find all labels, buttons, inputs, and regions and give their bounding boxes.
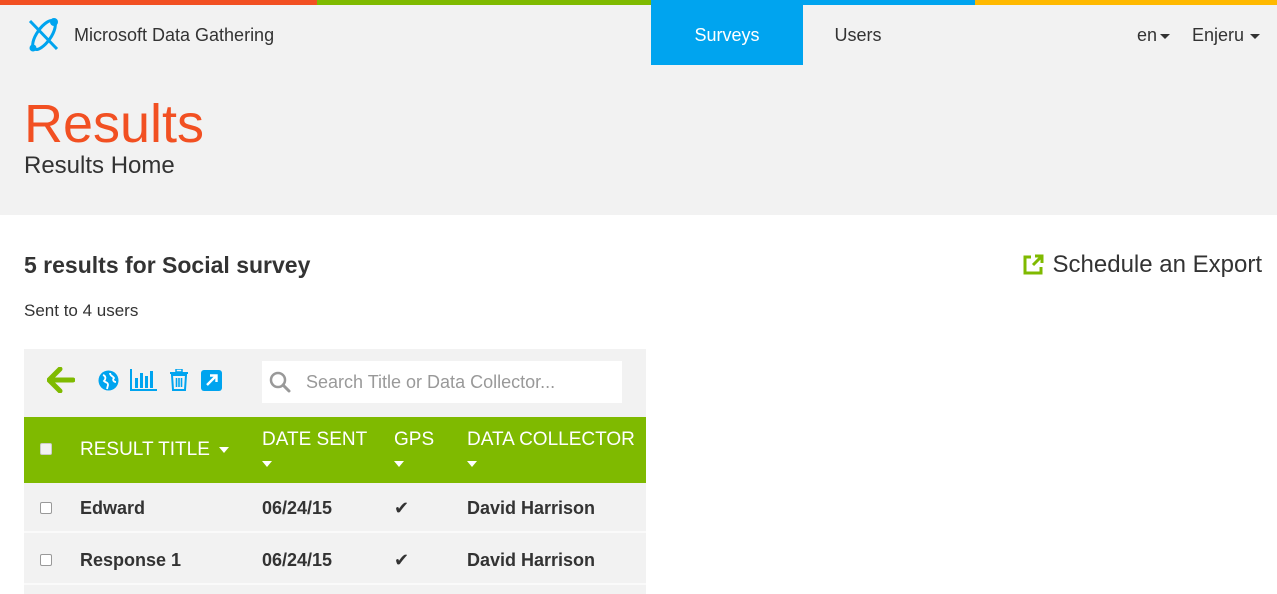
row-checkbox[interactable] xyxy=(40,554,52,566)
search-field xyxy=(262,361,622,403)
user-menu-dropdown[interactable]: Enjeru xyxy=(1192,5,1261,65)
data-collector: David Harrison xyxy=(467,497,596,518)
language-dropdown[interactable]: en xyxy=(1137,5,1171,65)
select-all-checkbox[interactable] xyxy=(40,443,52,455)
user-name: Enjeru xyxy=(1192,24,1245,45)
sent-to-text: Sent to 4 users xyxy=(24,301,139,320)
column-data-collector[interactable]: DATA COLLECTOR xyxy=(467,429,635,473)
column-gps[interactable]: GPS xyxy=(394,429,434,473)
table-header: RESULT TITLE DATE SENT GPS DATA COLLECTO… xyxy=(24,417,646,483)
column-label: DATA COLLECTOR xyxy=(467,429,635,450)
sort-caret-icon xyxy=(262,461,272,467)
globe-icon[interactable] xyxy=(97,369,119,391)
page-title: Results xyxy=(24,94,205,154)
result-title[interactable]: Response 1 xyxy=(80,535,181,585)
breadcrumb: Results Home xyxy=(24,152,175,179)
sort-caret-icon xyxy=(467,461,477,467)
column-label: DATE SENT xyxy=(262,429,368,450)
trash-icon[interactable] xyxy=(169,368,189,392)
column-label: RESULT TITLE xyxy=(80,439,210,460)
chevron-down-icon xyxy=(1160,33,1171,39)
brand-name: Microsoft Data Gathering xyxy=(74,24,275,45)
tab-users[interactable]: Users xyxy=(803,5,913,65)
back-arrow-icon[interactable] xyxy=(46,365,76,395)
external-link-icon xyxy=(1023,254,1044,275)
sort-caret-icon xyxy=(394,461,404,467)
search-input[interactable] xyxy=(306,371,606,393)
gps-check-icon: ✔ xyxy=(394,549,410,570)
expand-icon[interactable] xyxy=(200,369,222,391)
date-sent: 06/24/15 xyxy=(262,497,333,518)
data-collector: David Harrison xyxy=(467,549,596,570)
column-label: GPS xyxy=(394,429,435,450)
sort-caret-icon xyxy=(219,446,230,453)
date-sent: 06/24/15 xyxy=(262,549,333,570)
gps-check-icon: ✔ xyxy=(394,497,410,518)
language-label: en xyxy=(1137,24,1158,45)
chevron-down-icon xyxy=(1250,33,1261,39)
result-title[interactable]: Edward xyxy=(80,483,145,533)
table-row[interactable]: Edward 06/24/15 ✔ David Harrison xyxy=(24,483,646,533)
brand[interactable]: Microsoft Data Gathering xyxy=(24,15,274,55)
column-result-title[interactable]: RESULT TITLE xyxy=(80,439,230,461)
column-date-sent[interactable]: DATE SENT xyxy=(262,429,367,473)
results-panel: RESULT TITLE DATE SENT GPS DATA COLLECTO… xyxy=(24,349,646,594)
app-logo-icon xyxy=(28,18,59,52)
results-toolbar xyxy=(24,349,646,417)
results-heading: 5 results for Social survey xyxy=(24,252,311,278)
search-icon xyxy=(269,371,291,393)
tab-surveys[interactable]: Surveys xyxy=(651,5,803,65)
schedule-export-link[interactable]: Schedule an Export xyxy=(1021,251,1262,279)
table-row[interactable]: Response 1 06/24/15 ✔ David Harrison xyxy=(24,535,646,585)
bar-chart-icon[interactable] xyxy=(130,368,158,392)
row-checkbox[interactable] xyxy=(40,502,52,514)
schedule-export-label: Schedule an Export xyxy=(1052,251,1262,278)
